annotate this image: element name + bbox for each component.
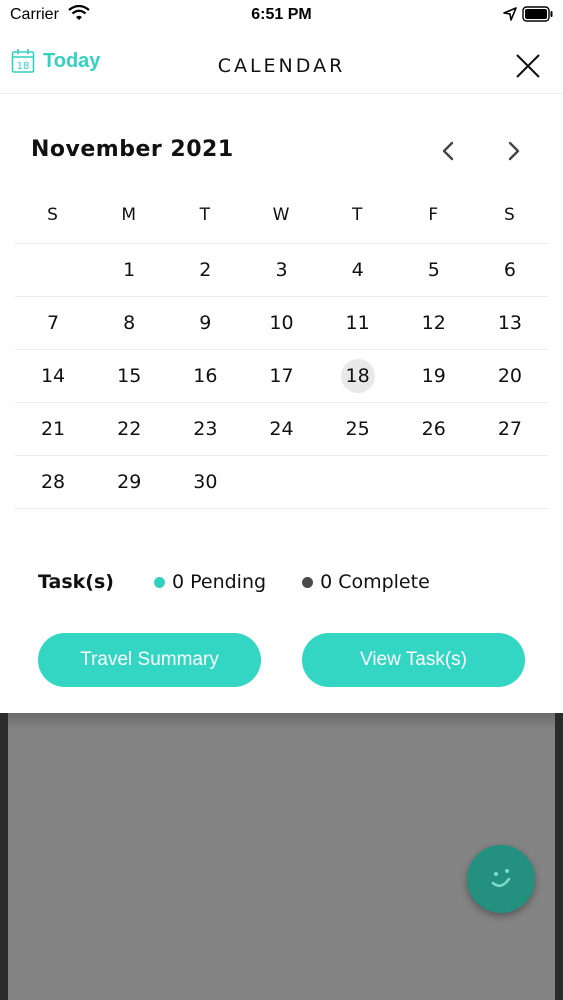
calendar-header: 18 Today CALENDAR [0, 36, 563, 94]
smile-icon [491, 869, 511, 888]
location-arrow-icon [503, 7, 517, 21]
calendar-grid: 1 2 3 4 5 6 7 8 9 10 11 12 13 14 15 16 1… [15, 244, 548, 509]
week-row: 1 2 3 4 5 6 [15, 244, 548, 297]
day-cell[interactable]: 15 [91, 350, 167, 402]
day-cell-selected[interactable]: 18 [320, 350, 396, 402]
day-cell-empty [243, 456, 319, 508]
day-cell[interactable]: 22 [91, 403, 167, 455]
day-cell[interactable]: 12 [396, 297, 472, 349]
week-row: 21 22 23 24 25 26 27 [15, 403, 548, 456]
page-title: CALENDAR [217, 55, 346, 77]
tasks-summary: Task(s) 0 Pending 0 Complete [38, 571, 466, 593]
chevron-left-icon[interactable] [437, 139, 459, 163]
day-cell[interactable]: 16 [167, 350, 243, 402]
day-cell[interactable]: 1 [91, 244, 167, 296]
day-cell[interactable]: 10 [243, 297, 319, 349]
day-cell[interactable]: 30 [167, 456, 243, 508]
day-cell[interactable]: 14 [15, 350, 91, 402]
close-icon[interactable] [514, 52, 542, 80]
day-cell[interactable]: 29 [91, 456, 167, 508]
weekday-header-row: S M T W T F S [15, 199, 548, 244]
travel-summary-button[interactable]: Travel Summary [38, 633, 261, 687]
weekday-mon: M [121, 205, 138, 225]
day-cell[interactable]: 17 [243, 350, 319, 402]
day-cell[interactable]: 5 [396, 244, 472, 296]
sheet-shadow [8, 712, 555, 730]
backdrop-edge-right [555, 712, 563, 1000]
backdrop-edge-left [0, 712, 8, 1000]
weekday-wed: W [272, 205, 291, 225]
weekday-sun: S [47, 205, 59, 225]
day-cell[interactable]: 4 [320, 244, 396, 296]
day-cell[interactable]: 8 [91, 297, 167, 349]
pending-count: 0 Pending [171, 571, 267, 593]
day-cell[interactable]: 13 [472, 297, 548, 349]
pending-dot-icon [153, 576, 165, 588]
weekday-thu: T [351, 205, 364, 225]
weekday-tue: T [199, 205, 212, 225]
chevron-right-icon[interactable] [503, 139, 525, 163]
day-cell[interactable]: 25 [320, 403, 396, 455]
day-cell[interactable]: 9 [167, 297, 243, 349]
day-cell[interactable]: 3 [243, 244, 319, 296]
day-cell[interactable]: 6 [472, 244, 548, 296]
battery-icon [522, 6, 553, 22]
day-cell-empty [472, 456, 548, 508]
day-cell[interactable]: 11 [320, 297, 396, 349]
view-tasks-button[interactable]: View Task(s) [302, 633, 525, 687]
day-cell[interactable]: 23 [167, 403, 243, 455]
day-cell[interactable]: 28 [15, 456, 91, 508]
clock-time: 6:51 PM [251, 6, 312, 23]
status-bar: Carrier 6:51 PM [0, 0, 563, 30]
week-row: 14 15 16 17 18 19 20 [15, 350, 548, 403]
week-row: 7 8 9 10 11 12 13 [15, 297, 548, 350]
day-cell-empty [320, 456, 396, 508]
tasks-label: Task(s) [38, 571, 114, 593]
day-cell[interactable]: 7 [15, 297, 91, 349]
complete-stat: 0 Complete [302, 571, 430, 593]
complete-count: 0 Complete [320, 571, 430, 593]
chat-fab-button[interactable] [467, 845, 535, 913]
weekday-sat: S [504, 205, 516, 225]
pending-stat: 0 Pending [153, 571, 267, 593]
day-cell-empty [15, 244, 91, 296]
day-cell[interactable]: 26 [396, 403, 472, 455]
day-cell[interactable]: 27 [472, 403, 548, 455]
day-cell-empty [396, 456, 472, 508]
day-cell[interactable]: 19 [396, 350, 472, 402]
day-cell[interactable]: 21 [15, 403, 91, 455]
day-cell[interactable]: 2 [167, 244, 243, 296]
day-cell[interactable]: 20 [472, 350, 548, 402]
week-row: 28 29 30 [15, 456, 548, 509]
weekday-fri: F [428, 205, 440, 225]
calendar-sheet: Carrier 6:51 PM 18 Today CALENDAR Novemb… [0, 0, 563, 713]
month-title: November 2021 [31, 137, 234, 162]
complete-dot-icon [302, 576, 314, 588]
day-cell[interactable]: 24 [243, 403, 319, 455]
